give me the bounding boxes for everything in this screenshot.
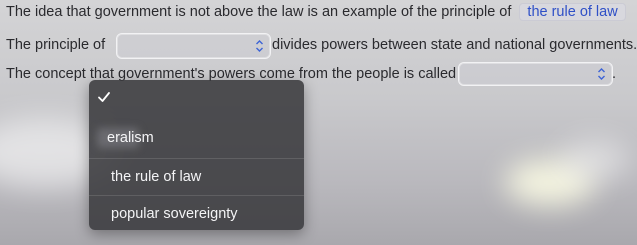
selected-answer-dropdown[interactable]: the rule of law [519, 3, 626, 21]
question-line-1: The idea that government is not above th… [6, 3, 626, 21]
dropdown-option[interactable]: the rule of law [89, 158, 304, 196]
updown-chevron-icon [255, 39, 264, 53]
option-label: popular sovereignty [111, 206, 238, 222]
question-text: The idea that government is not above th… [6, 4, 512, 20]
dropdown-option[interactable]: eralism [89, 120, 304, 157]
checkmark-icon [97, 90, 111, 104]
dropdown-menu: eralism the rule of law popular sovereig… [89, 80, 304, 230]
dropdown-option[interactable]: popular sovereignty [89, 195, 304, 233]
screen-glare [505, 160, 595, 205]
screen-glare [560, 140, 630, 180]
question-text: . [612, 66, 617, 82]
option-label: the rule of law [111, 169, 202, 185]
question-text: The principle of [6, 37, 106, 53]
updown-chevron-icon [597, 67, 606, 81]
answer-dropdown-3[interactable] [458, 62, 613, 86]
question-text: divides powers between state and nationa… [272, 37, 637, 53]
answer-dropdown-2[interactable] [116, 33, 271, 59]
question-line-2: The principle of [6, 37, 105, 53]
option-label: eralism [107, 130, 154, 146]
